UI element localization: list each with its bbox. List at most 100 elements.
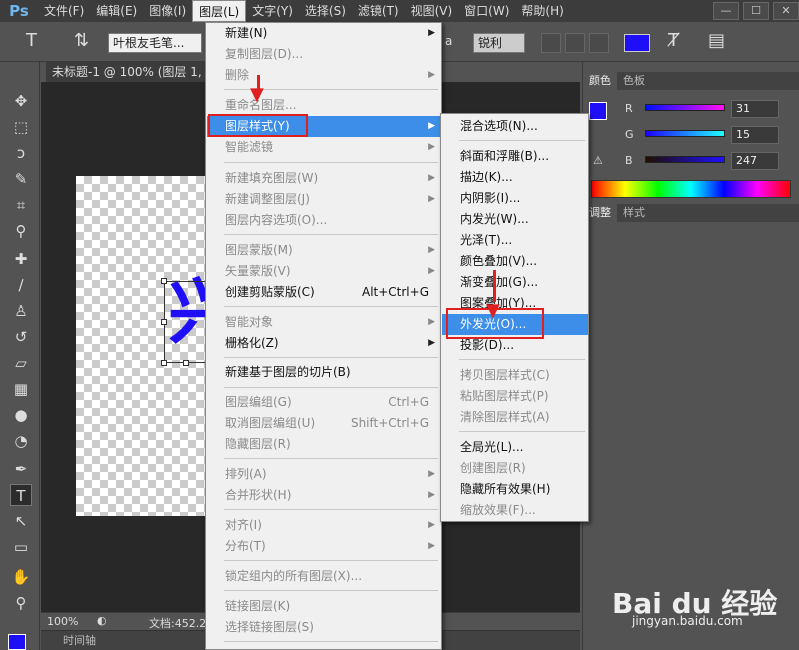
menu-item-combine-shapes[interactable]: 合并形状(H) ▶ [207,485,441,506]
close-icon[interactable]: ✕ [773,2,799,20]
healing-brush-tool-icon[interactable]: ✚ [10,248,32,270]
menu-item-inner-glow[interactable]: 内发光(W)... [442,209,588,230]
menu-item-rasterize[interactable]: 栅格化(Z) ▶ [207,333,441,354]
tab-swatches[interactable]: 色板 [617,72,651,90]
tab-color[interactable]: 颜色 [583,72,617,90]
type-tool-icon[interactable]: T [26,30,37,51]
quick-select-tool-icon[interactable]: ✎ [10,168,32,190]
maximize-icon[interactable]: ☐ [743,2,769,20]
crop-tool-icon[interactable]: ⌗ [10,194,32,216]
blue-value-input[interactable]: 247 [731,152,779,170]
menu-item-select-linked-layers[interactable]: 选择链接图层(S) [207,617,441,638]
menu-item-new-layer-slice[interactable]: 新建基于图层的切片(B) [207,362,441,383]
panels-toggle-icon[interactable]: ▤ [708,30,725,51]
menu-item-scale-effects[interactable]: 缩放效果(F)... [442,500,588,521]
brush-tool-icon[interactable]: ∕ [10,274,32,296]
move-tool-icon[interactable]: ✥ [10,90,32,112]
menu-item-rename-layer[interactable]: 重命名图层... [207,95,441,116]
stamp-tool-icon[interactable]: ♙ [10,300,32,322]
align-left-icon[interactable] [541,33,561,53]
color-spectrum-bar[interactable] [591,180,791,198]
menu-item-color-overlay[interactable]: 颜色叠加(V)... [442,251,588,272]
menu-item-copy-layer-style[interactable]: 拷贝图层样式(C) [442,365,588,386]
menu-item-arrange[interactable]: 排列(A) ▶ [207,464,441,485]
menu-file[interactable]: 文件(F) [38,0,90,22]
align-right-icon[interactable] [589,33,609,53]
path-select-tool-icon[interactable]: ↖ [10,510,32,532]
type-tool-icon[interactable]: T [10,484,32,506]
menu-window[interactable]: 窗口(W) [458,0,515,22]
green-value-input[interactable]: 15 [731,126,779,144]
menu-item-new[interactable]: 新建(N) ▶ [207,23,441,44]
menu-item-lock-all-layers[interactable]: 锁定组内的所有图层(X)... [207,566,441,587]
menu-select[interactable]: 选择(S) [299,0,352,22]
transform-handle[interactable] [161,360,167,366]
zoom-level[interactable]: 100% [47,615,78,628]
tab-styles[interactable]: 样式 [617,204,651,222]
blur-tool-icon[interactable]: ● [10,404,32,426]
status-menu-icon[interactable]: ◐ [97,614,107,627]
menu-item-duplicate-layer[interactable]: 复制图层(D)... [207,44,441,65]
menu-type[interactable]: 文字(Y) [246,0,299,22]
menu-item-align[interactable]: 对齐(I) ▶ [207,515,441,536]
menu-item-global-light[interactable]: 全局光(L)... [442,437,588,458]
green-slider[interactable]: G 15 [625,126,799,146]
menu-item-paste-layer-style[interactable]: 粘贴图层样式(P) [442,386,588,407]
shape-tool-icon[interactable]: ▭ [10,536,32,558]
anti-alias-select[interactable]: 锐利 [473,33,525,53]
menu-item-delete[interactable]: 删除 ▶ [207,65,441,86]
menu-item-smart-filter[interactable]: 智能滤镜 ▶ [207,137,441,158]
menu-item-clear-layer-style[interactable]: 清除图层样式(A) [442,407,588,428]
menu-view[interactable]: 视图(V) [405,0,459,22]
gradient-tool-icon[interactable]: ▦ [10,378,32,400]
foreground-color-chip[interactable] [589,102,607,120]
menu-layer[interactable]: 图层(L) [192,0,247,22]
menu-item-layer-mask[interactable]: 图层蒙版(M) ▶ [207,240,441,261]
eyedropper-tool-icon[interactable]: ⚲ [10,220,32,242]
lasso-tool-icon[interactable]: ↄ [10,142,32,164]
menu-item-gradient-overlay[interactable]: 渐变叠加(G)... [442,272,588,293]
text-orientation-icon[interactable]: ⇅ [74,30,89,51]
menu-item-create-clipping-mask[interactable]: 创建剪贴蒙版(C) Alt+Ctrl+G [207,282,441,303]
pen-tool-icon[interactable]: ✒ [10,458,32,480]
menu-help[interactable]: 帮助(H) [515,0,569,22]
menu-item-new-fill-layer[interactable]: 新建填充图层(W) ▶ [207,168,441,189]
menu-filter[interactable]: 滤镜(T) [352,0,405,22]
menu-item-ungroup-layers[interactable]: 取消图层编组(U) Shift+Ctrl+G [207,413,441,434]
menu-item-create-layer[interactable]: 创建图层(R) [442,458,588,479]
menu-item-blending-options[interactable]: 混合选项(N)... [442,116,588,137]
zoom-tool-icon[interactable]: ⚲ [10,592,32,614]
menu-item-new-adjustment-layer[interactable]: 新建调整图层(J) ▶ [207,189,441,210]
transform-handle[interactable] [161,278,167,284]
font-family-select[interactable]: 叶根友毛笔... [108,33,202,53]
eraser-tool-icon[interactable]: ▱ [10,352,32,374]
text-bounding-box[interactable] [164,281,209,363]
red-value-input[interactable]: 31 [731,100,779,118]
menu-item-layer-content-options[interactable]: 图层内容选项(O)... [207,210,441,231]
red-slider[interactable]: R 31 [625,100,799,120]
dodge-tool-icon[interactable]: ◔ [10,430,32,452]
transform-handle[interactable] [183,360,189,366]
menu-item-satin[interactable]: 光泽(T)... [442,230,588,251]
minimize-icon[interactable]: — [713,2,739,20]
menu-item-distribute[interactable]: 分布(T) ▶ [207,536,441,557]
document-tab[interactable]: 未标题-1 @ 100% (图层 1, R [46,62,206,82]
warp-text-icon[interactable]: Ⱦ [668,30,679,51]
menu-item-smart-objects[interactable]: 智能对象 ▶ [207,312,441,333]
menu-item-stroke[interactable]: 描边(K)... [442,167,588,188]
menu-item-inner-shadow[interactable]: 内阴影(I)... [442,188,588,209]
menu-item-vector-mask[interactable]: 矢量蒙版(V) ▶ [207,261,441,282]
menu-item-group-layers[interactable]: 图层编组(G) Ctrl+G [207,392,441,413]
gamut-warning-icon[interactable]: ⚠ [593,154,603,167]
hand-tool-icon[interactable]: ✋ [10,566,32,588]
transform-handle[interactable] [161,319,167,325]
menu-image[interactable]: 图像(I) [143,0,192,22]
blue-slider[interactable]: B 247 [625,152,799,172]
foreground-color-swatch[interactable] [8,634,26,650]
menu-item-bevel-emboss[interactable]: 斜面和浮雕(B)... [442,146,588,167]
menu-item-link-layers[interactable]: 链接图层(K) [207,596,441,617]
menu-edit[interactable]: 编辑(E) [90,0,143,22]
text-color-swatch[interactable] [624,34,650,52]
menu-item-hide-layers[interactable]: 隐藏图层(R) [207,434,441,455]
menu-item-hide-all-effects[interactable]: 隐藏所有效果(H) [442,479,588,500]
